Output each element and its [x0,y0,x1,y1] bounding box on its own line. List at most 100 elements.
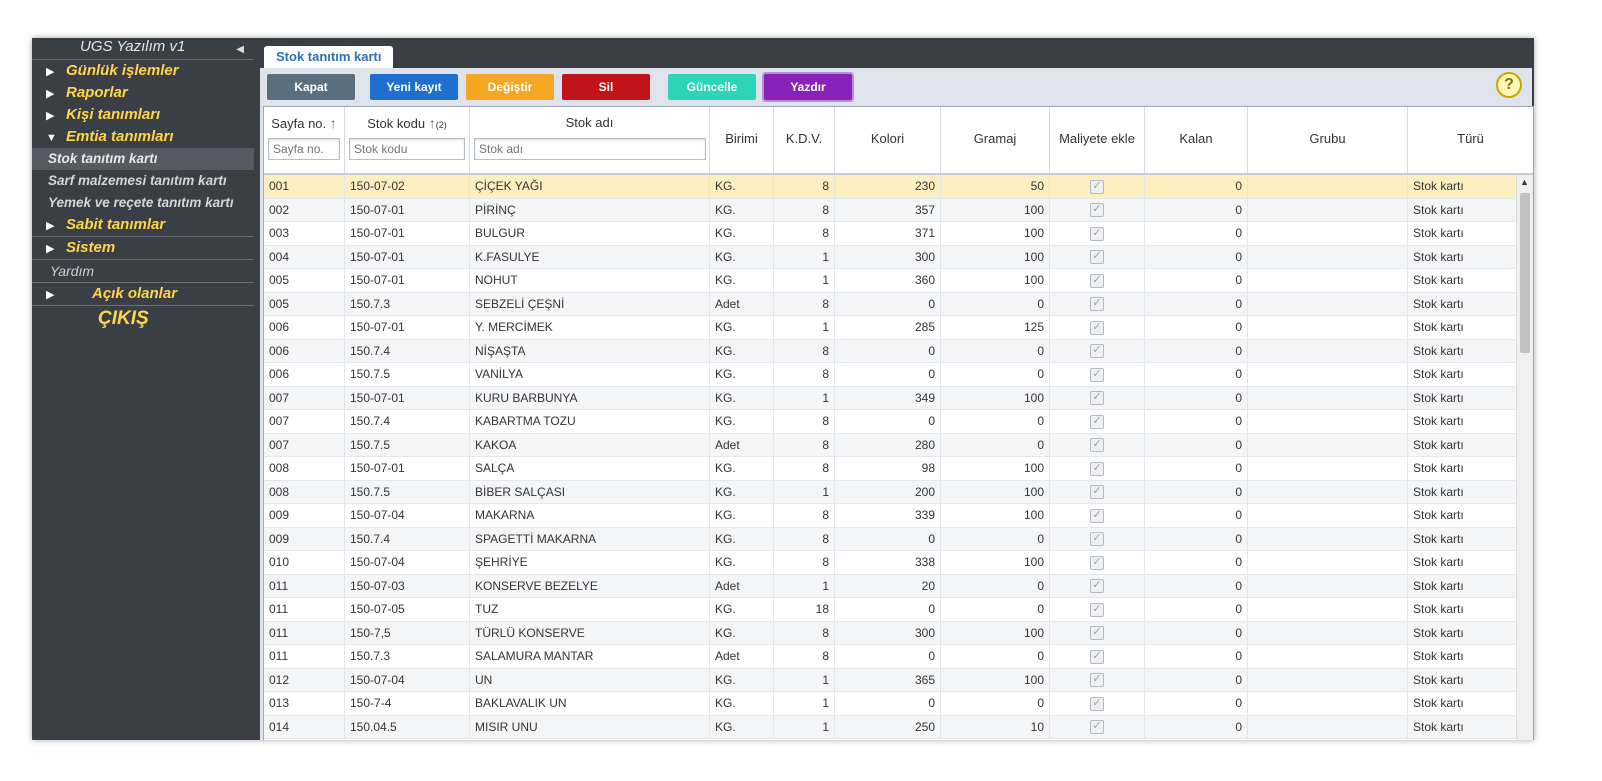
sort-asc-icon[interactable]: ↑ [330,115,337,131]
table-row[interactable]: 011 150-07-03 KONSERVE BEZELYE Adet 1 20 0 ✓ 0 St… [264,574,1517,598]
checkbox-checked-icon[interactable]: ✓ [1090,696,1104,711]
checkbox-checked-icon[interactable]: ✓ [1090,367,1104,382]
col-header-grubu[interactable]: Grubu [1248,107,1408,173]
table-row[interactable]: 007 150.7.4 KABARTMA TOZU KG. 8 0 0 ✓ 0 Stok kart… [264,410,1517,434]
table-row[interactable]: 002 150-07-01 PİRİNÇ KG. 8 357 100 ✓ 0 Stok kartı [264,198,1517,222]
table-row[interactable]: 008 150-07-01 SALÇA KG. 8 98 100 ✓ 0 Stok kartı [264,457,1517,481]
table-row[interactable]: 007 150.7.5 KAKOA Adet 8 280 0 ✓ 0 Stok kartı [264,433,1517,457]
sidebar-sub-stok[interactable]: Stok tanıtım kartı [32,148,254,170]
scroll-up-icon[interactable]: ▲ [1520,177,1529,187]
checkbox-checked-icon[interactable]: ✓ [1090,297,1104,312]
cell-grubu [1248,363,1408,386]
table-row[interactable]: 007 150-07-01 KURU BARBUNYA KG. 1 349 100 ✓ 0 Sto… [264,386,1517,410]
checkbox-checked-icon[interactable]: ✓ [1090,226,1104,241]
checkbox-checked-icon[interactable]: ✓ [1090,461,1104,476]
cell-kolori: 250 [835,715,941,739]
cell-sayfa: 011 [264,574,345,598]
table-row[interactable]: 006 150.7.5 VANİLYA KG. 8 0 0 ✓ 0 Stok kartı [264,363,1517,387]
checkbox-checked-icon[interactable]: ✓ [1090,344,1104,359]
cell-kolori: 0 [835,692,941,715]
exit-link[interactable]: ÇIKIŞ [32,306,254,332]
col-header-kalan[interactable]: Kalan [1145,107,1248,173]
checkbox-checked-icon[interactable]: ✓ [1090,555,1104,570]
cell-grubu [1248,457,1408,480]
table-row[interactable]: 009 150-07-04 MAKARNA KG. 8 339 100 ✓ 0 Stok kart… [264,504,1517,528]
checkbox-checked-icon[interactable]: ✓ [1090,720,1104,735]
print-button[interactable]: Yazdır [764,74,852,100]
sidebar-item-sabit[interactable]: ▶ Sabit tanımlar [32,214,254,237]
checkbox-checked-icon[interactable]: ✓ [1090,179,1104,194]
table-row[interactable]: 013 150-7-4 BAKLAVALIK UN KG. 1 0 0 ✓ 0 Stok kart… [264,692,1517,716]
col-header-kod[interactable]: Stok kodu ↑(2) [345,107,470,173]
col-header-maliyet[interactable]: Maliyete ekle [1050,107,1145,173]
sort-asc-icon[interactable]: ↑ [429,115,436,131]
sidebar-item-emtia[interactable]: ▼ Emtia tanımları [32,126,254,148]
checkbox-checked-icon[interactable]: ✓ [1090,649,1104,664]
table-row[interactable]: 011 150.7.3 SALAMURA MANTAR Adet 8 0 0 ✓ 0 Stok k… [264,645,1517,669]
checkbox-checked-icon[interactable]: ✓ [1090,391,1104,406]
refresh-button[interactable]: Güncelle [668,74,756,100]
checkbox-checked-icon[interactable]: ✓ [1090,508,1104,523]
scroll-thumb[interactable] [1520,193,1530,353]
col-header-birim[interactable]: Birimi [710,107,774,173]
sidebar-sub-yemek[interactable]: Yemek ve reçete tanıtım kartı [32,192,254,214]
sayfa-filter-input[interactable] [268,138,340,160]
adi-filter-input[interactable] [474,138,706,160]
cell-sayfa: 009 [264,527,345,551]
col-header-kolori[interactable]: Kolori [835,107,941,173]
table-row[interactable]: 006 150-07-01 Y. MERCİMEK KG. 1 285 125 ✓ 0 Stok … [264,316,1517,340]
kod-filter-input[interactable] [349,138,465,160]
sidebar-item-acik[interactable]: ▶ Açık olanlar [32,283,254,306]
tab-stok-tanitim[interactable]: Stok tanıtım kartı [264,46,394,68]
col-header-adi[interactable]: Stok adı [470,107,710,173]
col-header-turu[interactable]: Türü [1408,107,1533,173]
sidebar-item-yardim[interactable]: Yardım [32,260,254,283]
checkbox-checked-icon[interactable]: ✓ [1090,626,1104,641]
checkbox-checked-icon[interactable]: ✓ [1090,320,1104,335]
col-header-gramaj[interactable]: Gramaj [941,107,1050,173]
table-row[interactable]: 004 150-07-01 K.FASULYE KG. 1 300 100 ✓ 0 Stok ka… [264,245,1517,269]
table-row[interactable]: 005 150.7.3 SEBZELİ ÇEŞNİ Adet 8 0 0 ✓ 0 Stok kar… [264,292,1517,316]
cell-birim: KG. [710,551,774,574]
checkbox-checked-icon[interactable]: ✓ [1090,203,1104,218]
checkbox-checked-icon[interactable]: ✓ [1090,532,1104,547]
edit-button[interactable]: Değiştir [466,74,554,100]
delete-button[interactable]: Sil [562,74,650,100]
checkbox-checked-icon[interactable]: ✓ [1090,414,1104,429]
table-row[interactable]: 011 150-07-05 TUZ KG. 18 0 0 ✓ 0 Stok kartı [264,598,1517,622]
sidebar-item-kisi[interactable]: ▶ Kişi tanımları [32,104,254,126]
table-row[interactable]: 010 150-07-04 ŞEHRİYE KG. 8 338 100 ✓ 0 Stok kart… [264,551,1517,575]
sidebar-item-gunluk[interactable]: ▶ Günlük işlemler [32,60,254,82]
table-row[interactable]: 014 150.04.5 MISIR UNU KG. 1 250 10 ✓ 0 Stok kart… [264,715,1517,739]
vertical-scrollbar[interactable]: ▲ [1516,175,1533,740]
table-row[interactable]: 006 150.7.4 NİŞAŞTA KG. 8 0 0 ✓ 0 Stok kartı [264,339,1517,363]
sidebar-item-sistem[interactable]: ▶ Sistem [32,237,254,260]
sidebar-sub-sarf[interactable]: Sarf malzemesi tanıtım kartı [32,170,254,192]
checkbox-checked-icon[interactable]: ✓ [1090,673,1104,688]
table-row[interactable]: 012 150-07-04 UN KG. 1 365 100 ✓ 0 Stok kartı [264,668,1517,692]
checkbox-checked-icon[interactable]: ✓ [1090,250,1104,265]
help-icon[interactable]: ? [1496,72,1522,98]
cell-kolori: 0 [835,363,941,386]
checkbox-checked-icon[interactable]: ✓ [1090,485,1104,500]
new-record-button[interactable]: Yeni kayıt [370,74,458,100]
table-row[interactable]: 003 150-07-01 BULGUR KG. 8 371 100 ✓ 0 Stok kartı [264,222,1517,246]
col-header-kdv[interactable]: K.D.V. [774,107,835,173]
close-button[interactable]: Kapat [267,74,355,100]
checkbox-checked-icon[interactable]: ✓ [1090,438,1104,453]
table-row[interactable]: 005 150-07-01 NOHUT KG. 1 360 100 ✓ 0 Stok kartı [264,269,1517,293]
table-row[interactable]: 009 150.7.4 SPAGETTİ MAKARNA KG. 8 0 0 ✓ 0 Stok k… [264,527,1517,551]
table-row[interactable]: 011 150-7,5 TÜRLÜ KONSERVE KG. 8 300 100 ✓ 0 Stok… [264,621,1517,645]
table-row[interactable]: 001 150-07-02 ÇİÇEK YAĞI KG. 8 230 50 ✓ 0 Stok ka… [264,175,1517,199]
checkbox-checked-icon[interactable]: ✓ [1090,579,1104,594]
col-header-sayfa[interactable]: Sayfa no. ↑ [264,107,345,173]
sidebar-item-raporlar[interactable]: ▶ Raporlar [32,82,254,104]
col-label: K.D.V. [785,131,823,146]
table-row[interactable]: 008 150.7.5 BİBER SALÇASI KG. 1 200 100 ✓ 0 Stok … [264,480,1517,504]
checkbox-checked-icon[interactable]: ✓ [1090,273,1104,288]
cell-gramaj: 0 [941,692,1050,715]
checkbox-checked-icon[interactable]: ✓ [1090,602,1104,617]
col-label: Birimi [725,131,758,146]
collapse-caret-icon[interactable]: ◀ [236,41,244,59]
cell-adi: Y. MERCİMEK [470,316,710,339]
